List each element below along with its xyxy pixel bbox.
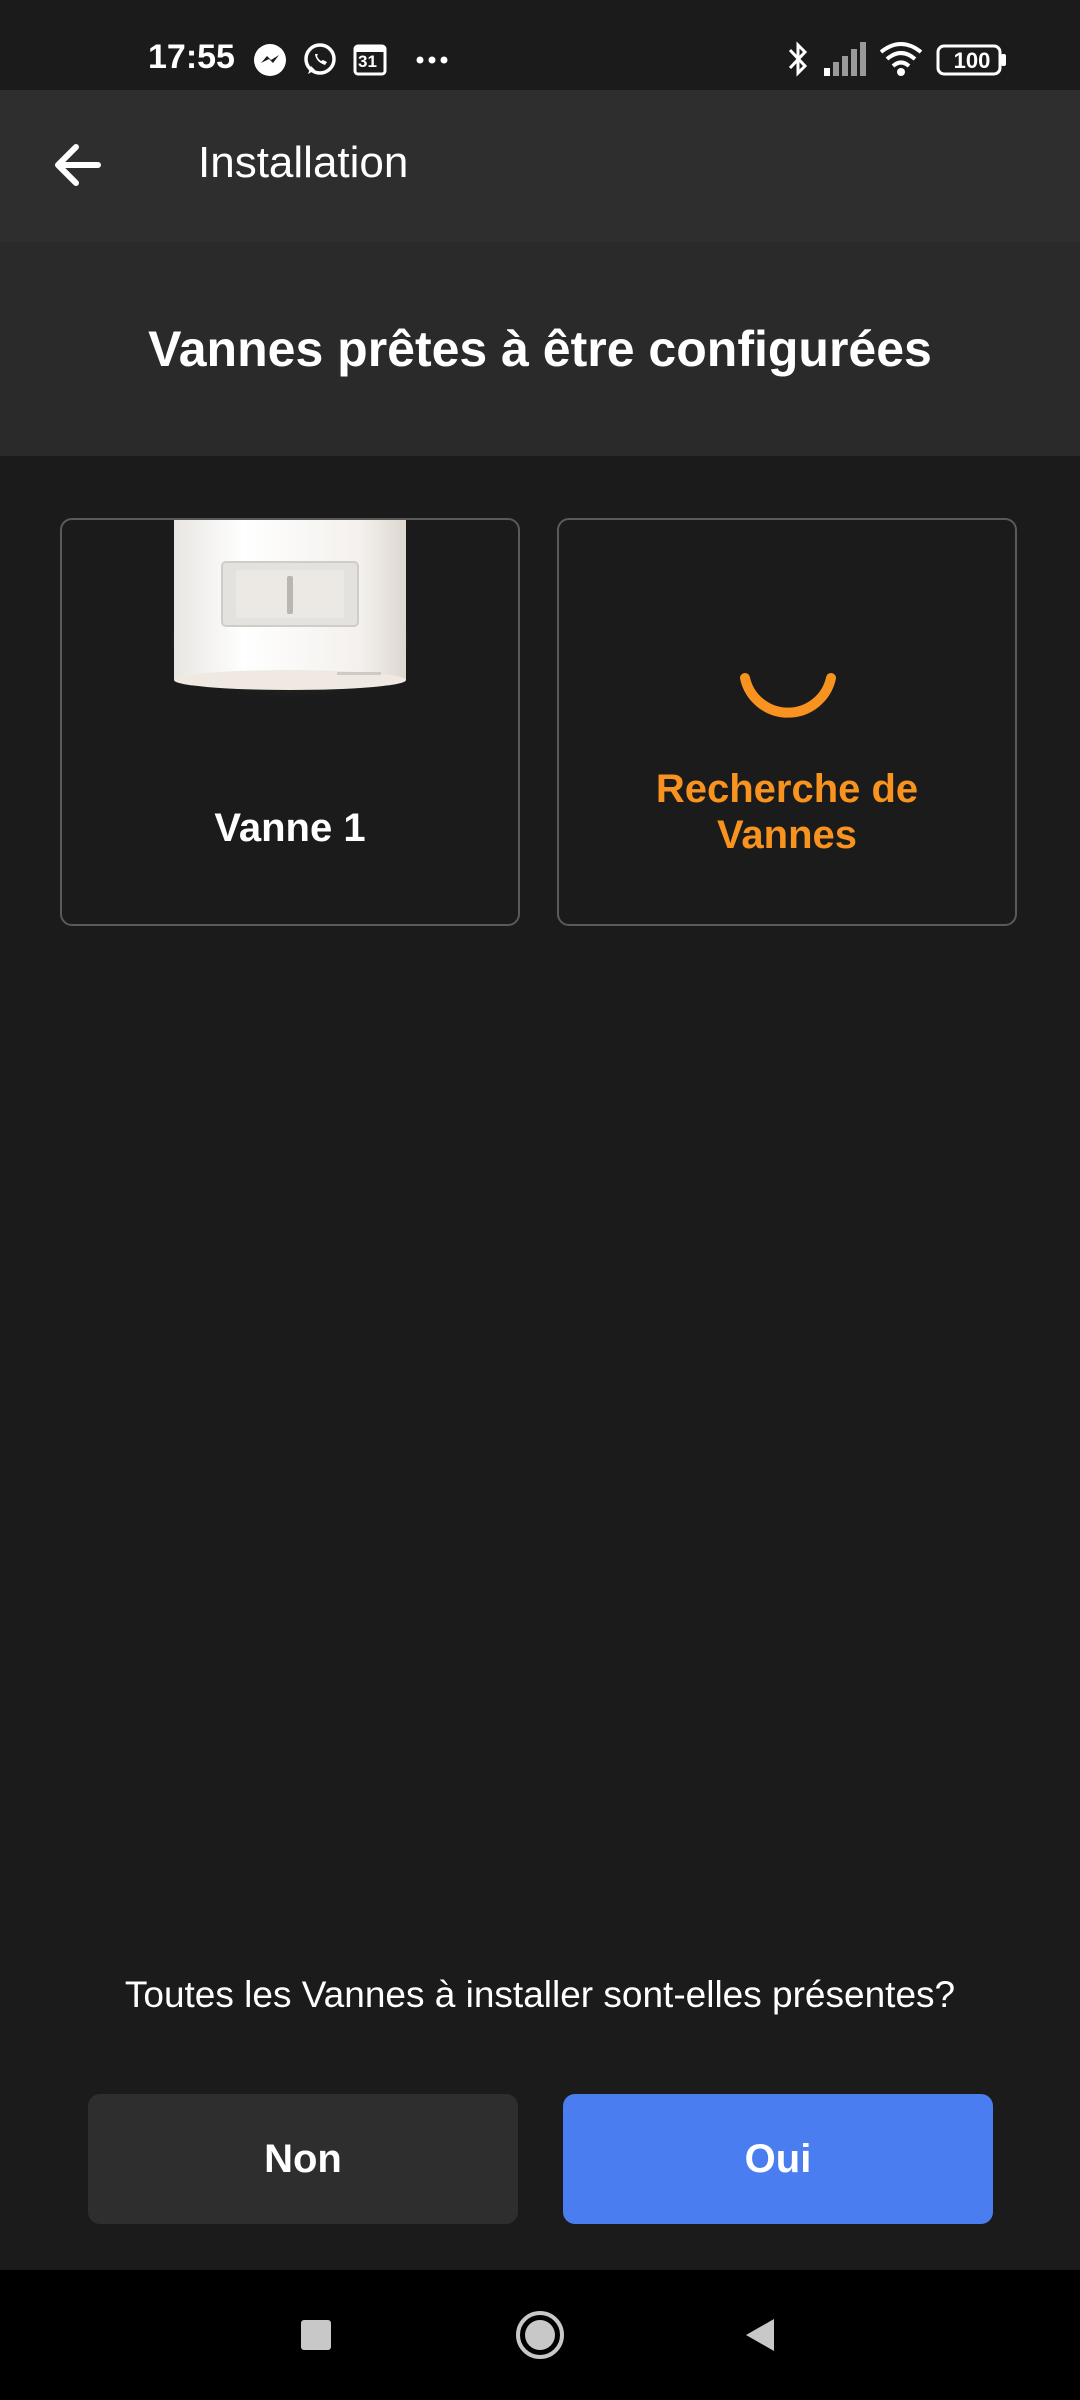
no-button[interactable]: Non [88,2094,518,2224]
yes-button[interactable]: Oui [563,2094,993,2224]
recents-button[interactable] [286,2305,346,2365]
signal-icon [822,40,866,78]
status-bar: 17:55 31 100 [0,0,1080,90]
arrow-left-icon [55,144,101,186]
no-button-label: Non [264,2136,342,2181]
app-bar: Installation [0,90,1080,242]
calendar-day-label: 31 [358,52,377,71]
valve-card-label: Vanne 1 [214,806,366,850]
system-nav-bar [0,2270,1080,2400]
back-triangle-icon [746,2319,774,2351]
loading-spinner-icon [733,638,843,748]
back-button[interactable] [44,130,114,200]
battery-level-label: 100 [953,48,991,73]
messenger-icon [252,42,288,78]
more-dots-icon [414,42,450,78]
recents-square-icon [301,2320,331,2350]
search-card-label: Recherche de Vannes [655,767,919,857]
heading-band: Vannes prêtes à être configurées [0,242,1080,456]
bluetooth-icon [784,40,812,78]
home-circle-icon [516,2311,564,2359]
page-title: Installation [198,138,409,187]
valve-card[interactable]: Vanne 1 [60,518,520,926]
status-time: 17:55 [148,38,235,76]
nav-back-button[interactable] [730,2305,790,2365]
home-button[interactable] [510,2305,570,2365]
search-card[interactable]: Recherche de Vannes [557,518,1017,926]
section-heading: Vannes prêtes à être configurées [148,321,932,377]
whatsapp-icon [302,42,338,78]
valve-device-image [172,520,408,698]
yes-button-label: Oui [744,2136,812,2181]
wifi-icon [878,40,924,78]
confirmation-question: Toutes les Vannes à installer sont-elles… [124,1974,956,2015]
